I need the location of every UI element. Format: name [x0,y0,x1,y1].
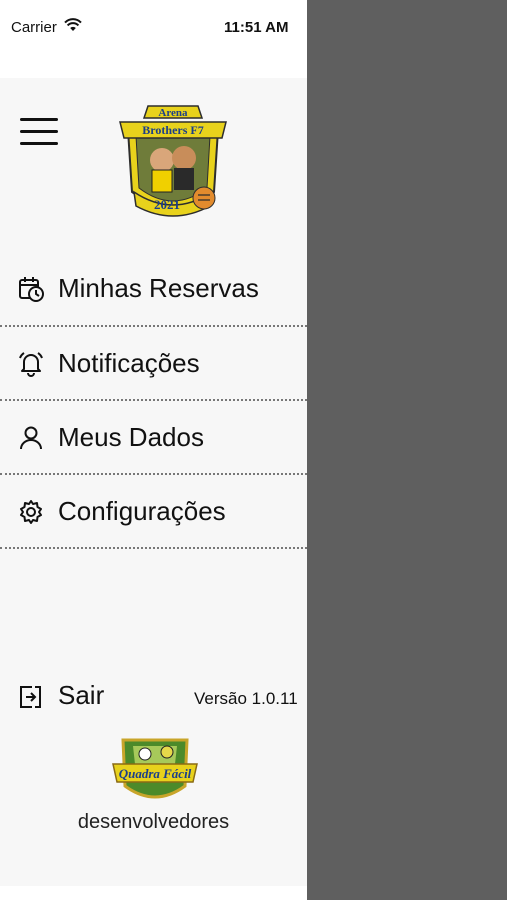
wifi-icon [64,18,82,31]
bell-icon [19,352,43,377]
menu-item-label: Meus Dados [58,422,204,452]
logo-text-year: 2021 [154,197,180,212]
hamburger-icon[interactable] [20,118,60,148]
arena-brothers-logo: Arena Brothers F7 2021 [119,105,227,217]
calendar-clock-icon [19,277,44,302]
developers-label: desenvolvedores [77,811,230,833]
dev-logo-text: Quadra Fácil [119,766,192,781]
logout-button[interactable]: Sair [0,674,140,718]
home-indicator-area [0,886,307,900]
menu-item-label: Configurações [58,496,226,526]
drawer-menu: Minhas Reservas Notificações Meus Dados [0,252,307,549]
menu-item-meus-dados[interactable]: Meus Dados [0,401,307,475]
gear-icon [20,500,42,524]
logout-icon [20,686,41,708]
side-drawer: Carrier 11:51 AM Arena Brothers F7 2021 [0,0,307,900]
menu-item-minhas-reservas[interactable]: Minhas Reservas [0,252,307,327]
quadra-facil-logo: Quadra Fácil [112,738,198,799]
logout-label: Sair [58,680,105,710]
carrier-label: Carrier [11,19,57,36]
menu-item-configuracoes[interactable]: Configurações [0,475,307,549]
user-icon [20,426,42,450]
clock-label: 11:51 AM [224,19,289,36]
status-bar: Carrier 11:51 AM [0,0,307,78]
menu-item-label: Notificações [58,348,200,378]
logo-text-arena: Arena [158,107,188,119]
menu-item-label: Minhas Reservas [58,273,259,303]
dimmed-backdrop[interactable] [307,0,507,900]
menu-item-notificacoes[interactable]: Notificações [0,327,307,401]
logo-text-brothers: Brothers F7 [142,123,203,137]
version-label: Versão 1.0.11 [194,689,298,708]
